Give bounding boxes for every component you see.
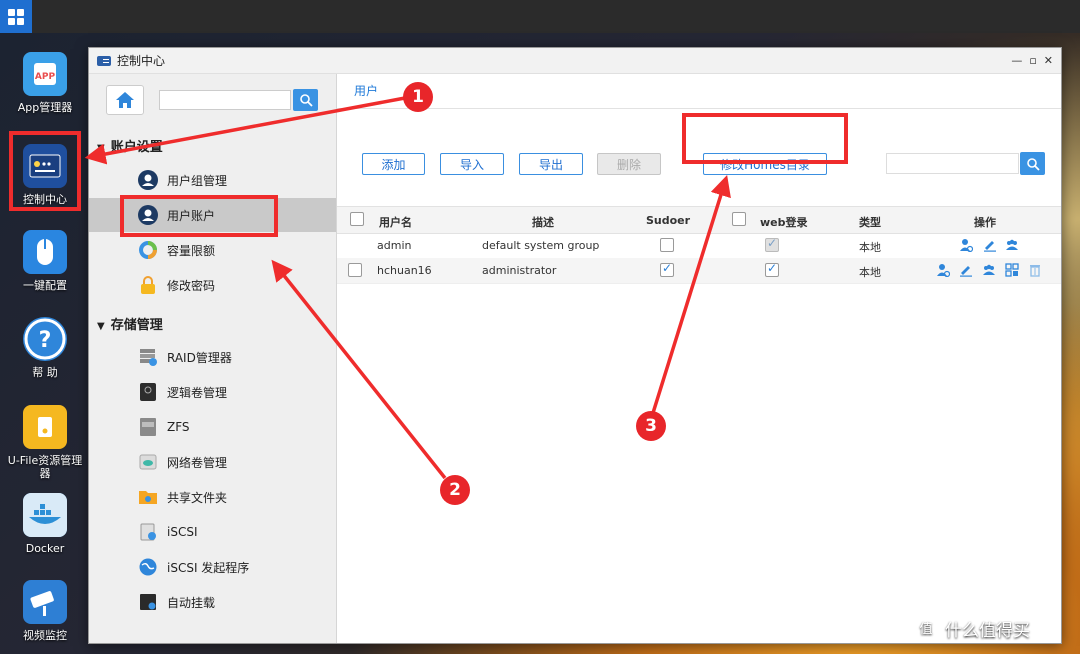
annotation-arrows (84, 96, 731, 480)
watermark: 值 什么值得买 (912, 614, 1030, 642)
arrow-2 (271, 259, 447, 480)
step-marker-1: 1 (403, 82, 433, 112)
step-marker-3: 3 (636, 411, 666, 441)
arrow-1 (84, 96, 406, 165)
arrow-3 (651, 174, 731, 414)
watermark-logo-icon: 值 (913, 615, 939, 641)
step-marker-2: 2 (440, 475, 470, 505)
svg-text:值: 值 (919, 621, 932, 637)
watermark-text: 什么值得买 (945, 620, 1030, 641)
